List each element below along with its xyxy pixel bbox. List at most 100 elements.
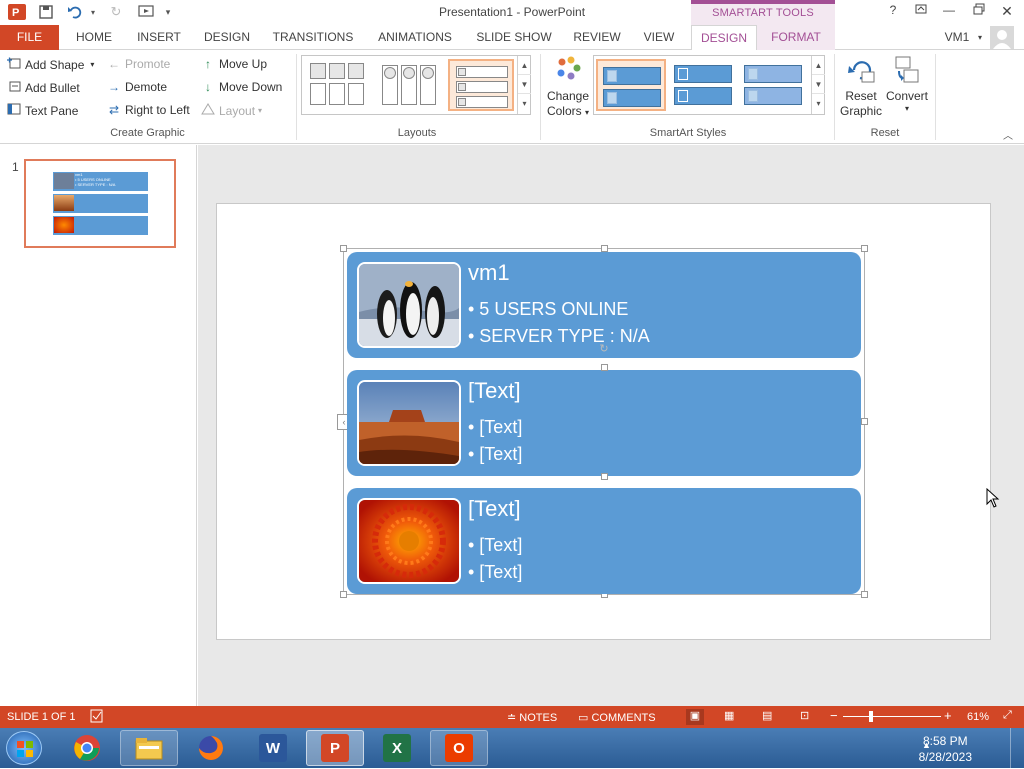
resize-handle[interactable]	[340, 591, 347, 598]
fit-slide-icon[interactable]: ⤢	[1003, 709, 1012, 722]
gallery-more-icon[interactable]: ▾	[518, 94, 531, 113]
row-3-bullet-2[interactable]: • [Text]	[468, 562, 522, 583]
layout-option-picture-grid[interactable]	[306, 59, 372, 111]
row-1-heading[interactable]: vm1	[468, 260, 510, 286]
tab-design[interactable]: DESIGN	[197, 25, 257, 50]
notes-button[interactable]: ≐ NOTES	[507, 711, 557, 724]
style-option-white-outline[interactable]	[670, 59, 736, 111]
slide-show-view-icon[interactable]: ⊡	[800, 709, 809, 722]
add-bullet-button[interactable]: Add Bullet	[6, 80, 80, 95]
zoom-level[interactable]: 61%	[967, 711, 989, 723]
help-icon[interactable]: ?	[882, 3, 904, 21]
smartart-row-3[interactable]: [Text] • [Text] • [Text]	[347, 488, 861, 594]
taskbar-file-explorer[interactable]	[120, 730, 178, 766]
text-pane-button[interactable]: Text Pane	[6, 103, 78, 118]
promote-button[interactable]: ← Promote	[106, 57, 170, 71]
tab-smartart-design[interactable]: DESIGN	[691, 25, 757, 51]
rotate-handle-icon[interactable]: ↻	[598, 343, 610, 355]
move-up-button[interactable]: ↑ Move Up	[200, 57, 267, 71]
mouse-cursor-icon	[986, 487, 1000, 511]
row-3-bullet-1[interactable]: • [Text]	[468, 535, 522, 556]
taskbar-powerpoint[interactable]: P	[306, 730, 364, 766]
resize-handle[interactable]	[861, 245, 868, 252]
scroll-down-icon[interactable]: ▼	[812, 75, 825, 94]
zoom-slider[interactable]	[843, 716, 941, 717]
taskbar-excel[interactable]: X	[368, 730, 426, 766]
resize-handle[interactable]	[601, 364, 608, 371]
add-bullet-label: Add Bullet	[25, 80, 80, 95]
show-desktop-button[interactable]	[1010, 728, 1024, 768]
style-option-simple-fill-selected[interactable]	[596, 59, 666, 111]
zoom-slider-thumb[interactable]	[869, 711, 873, 722]
ribbon-display-options-icon[interactable]	[910, 3, 932, 21]
smartart-row-2[interactable]: [Text] • [Text] • [Text]	[347, 370, 861, 476]
tab-slide-show[interactable]: SLIDE SHOW	[472, 25, 556, 50]
tab-transitions[interactable]: TRANSITIONS	[268, 25, 358, 50]
tab-home[interactable]: HOME	[66, 25, 122, 50]
tab-animations[interactable]: ANIMATIONS	[370, 25, 460, 50]
tab-insert[interactable]: INSERT	[130, 25, 188, 50]
reset-graphic-button[interactable]: Reset Graphic	[838, 54, 884, 124]
resize-handle[interactable]	[601, 473, 608, 480]
close-icon[interactable]: ✕	[996, 3, 1018, 21]
collapse-ribbon-icon[interactable]: ︿	[1003, 127, 1013, 142]
row-2-heading[interactable]: [Text]	[468, 378, 521, 404]
taskbar-chrome[interactable]	[58, 730, 116, 766]
promote-arrow-icon: ←	[108, 57, 120, 71]
slide-sorter-view-icon[interactable]: ▦	[724, 709, 734, 722]
tab-smartart-format[interactable]: FORMAT	[757, 25, 835, 50]
zoom-out-icon[interactable]: −	[830, 708, 838, 723]
start-button-icon[interactable]	[6, 731, 42, 765]
layouts-gallery-scroll[interactable]: ▲ ▼ ▾	[517, 56, 531, 114]
scroll-up-icon[interactable]: ▲	[518, 56, 531, 75]
gallery-more-icon[interactable]: ▾	[812, 94, 825, 113]
tab-file[interactable]: FILE	[0, 25, 59, 50]
layout-option-picture-list-selected[interactable]	[448, 59, 514, 111]
resize-handle[interactable]	[601, 245, 608, 252]
taskbar-firefox[interactable]	[182, 730, 240, 766]
reading-view-icon[interactable]: ▤	[762, 709, 772, 722]
scroll-up-icon[interactable]: ▲	[812, 56, 825, 75]
row-2-bullet-1[interactable]: • [Text]	[468, 417, 522, 438]
restore-icon[interactable]	[968, 3, 990, 21]
demote-button[interactable]: → Demote	[106, 80, 167, 94]
chrysanthemum-picture[interactable]	[357, 498, 461, 584]
tab-view[interactable]: VIEW	[636, 25, 682, 50]
penguins-picture[interactable]	[357, 262, 461, 348]
right-to-left-button[interactable]: ⇄ Right to Left	[106, 103, 190, 117]
taskbar-word[interactable]: W	[244, 730, 302, 766]
layout-option-circle-pictures[interactable]	[378, 59, 444, 111]
user-avatar[interactable]	[990, 26, 1014, 49]
desert-picture[interactable]	[357, 380, 461, 466]
comments-button[interactable]: ▭ COMMENTS	[578, 711, 656, 724]
resize-handle[interactable]	[861, 591, 868, 598]
layout-button[interactable]: Layout ▾	[200, 103, 262, 118]
change-colors-label-1: Change	[546, 89, 590, 103]
zoom-in-icon[interactable]: +	[944, 708, 952, 723]
user-name[interactable]: VM1	[940, 25, 974, 50]
excel-icon: X	[383, 734, 411, 762]
system-clock[interactable]: 8:58 PM 8/28/2023	[919, 733, 972, 765]
row-1-bullet-1[interactable]: • 5 USERS ONLINE	[468, 299, 628, 320]
spell-check-icon[interactable]	[90, 709, 104, 726]
row-3-heading[interactable]: [Text]	[468, 496, 521, 522]
row-2-bullet-2[interactable]: • [Text]	[468, 444, 522, 465]
convert-button[interactable]: Convert ▾	[884, 54, 930, 124]
tab-review[interactable]: REVIEW	[568, 25, 626, 50]
row-1-bullet-2[interactable]: • SERVER TYPE : N/A	[468, 326, 650, 347]
add-shape-button[interactable]: Add Shape ▾	[6, 57, 94, 72]
user-dropdown-icon[interactable]: ▾	[974, 25, 986, 50]
resize-handle[interactable]	[340, 245, 347, 252]
scroll-down-icon[interactable]: ▼	[518, 75, 531, 94]
layouts-group-label: Layouts	[397, 127, 437, 139]
change-colors-button[interactable]: Change Colors ▾	[545, 54, 591, 124]
resize-handle[interactable]	[861, 418, 868, 425]
styles-gallery-scroll[interactable]: ▲ ▼ ▾	[811, 56, 825, 114]
minimize-icon[interactable]: —	[938, 3, 960, 21]
move-down-button[interactable]: ↓ Move Down	[200, 80, 282, 94]
taskbar-office[interactable]: O	[430, 730, 488, 766]
slide-thumbnail[interactable]: vm1 • 5 USERS ONLINE • SERVER TYPE : N/A	[24, 159, 176, 248]
style-option-subtle-effect[interactable]	[740, 59, 806, 111]
chrome-icon	[74, 735, 100, 761]
normal-view-icon[interactable]: ▣	[686, 709, 704, 725]
